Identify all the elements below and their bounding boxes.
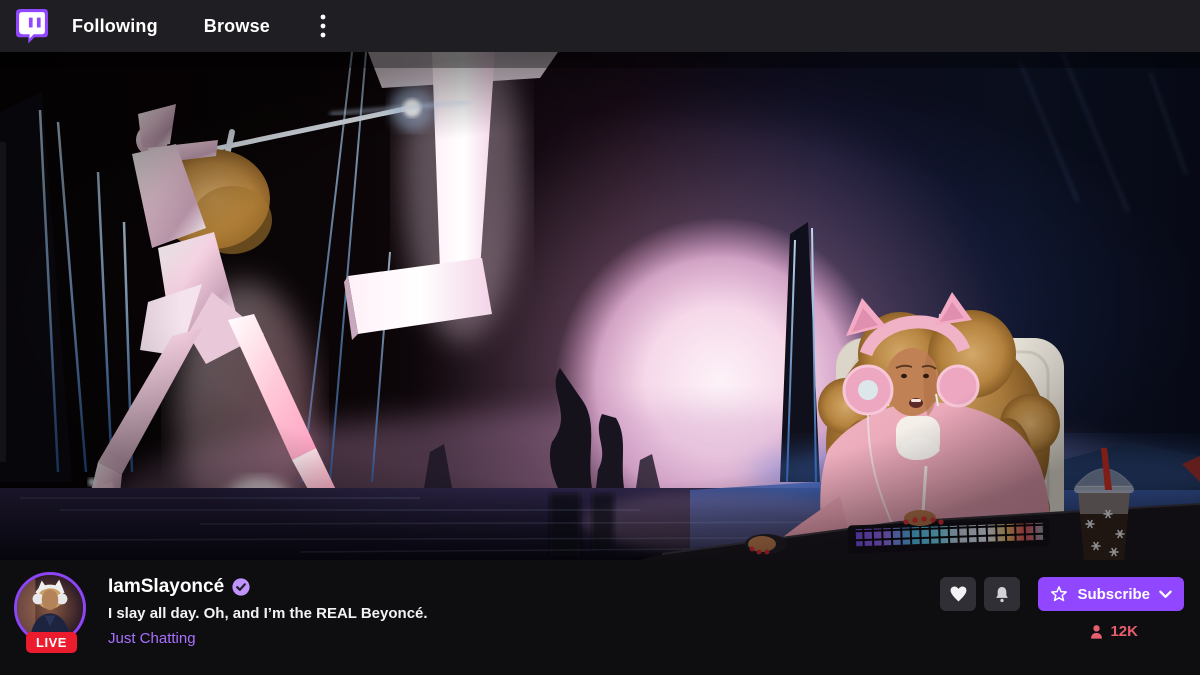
viewers-icon bbox=[1089, 624, 1104, 640]
stream-title: I slay all day. Oh, and I’m the REAL Bey… bbox=[108, 605, 428, 622]
channel-name[interactable]: IamSlayoncé bbox=[108, 576, 224, 598]
category-link[interactable]: Just Chatting bbox=[108, 630, 428, 647]
twitch-logo-icon[interactable] bbox=[16, 9, 48, 43]
heart-icon bbox=[949, 585, 968, 603]
nav-following[interactable]: Following bbox=[72, 16, 158, 37]
notifications-button[interactable] bbox=[984, 577, 1020, 611]
chevron-down-icon bbox=[1159, 590, 1172, 599]
channel-avatar-wrap: LIVE bbox=[14, 572, 92, 675]
top-navigation: Following Browse bbox=[0, 0, 1200, 52]
stream-video[interactable] bbox=[0, 52, 1200, 560]
channel-info-bar: LIVE IamSlayoncé I slay all day. Oh, and… bbox=[0, 560, 1200, 675]
favorite-button[interactable] bbox=[940, 577, 976, 611]
channel-actions: Subscribe 12K bbox=[940, 570, 1184, 675]
subscribe-label: Subscribe bbox=[1077, 586, 1150, 603]
bell-icon bbox=[993, 585, 1011, 604]
viewer-count: 12K bbox=[1089, 623, 1138, 640]
twitch-app: Following Browse bbox=[0, 0, 1200, 675]
nav-browse[interactable]: Browse bbox=[204, 16, 270, 37]
verified-icon bbox=[232, 578, 250, 596]
star-icon bbox=[1050, 585, 1068, 603]
primary-nav: Following Browse bbox=[72, 7, 330, 45]
kebab-menu-icon bbox=[320, 13, 326, 39]
scene-top-shade bbox=[0, 52, 1200, 68]
viewer-count-value: 12K bbox=[1110, 623, 1138, 640]
channel-texts: IamSlayoncé I slay all day. Oh, and I’m … bbox=[108, 570, 428, 675]
subscribe-button[interactable]: Subscribe bbox=[1038, 577, 1184, 611]
more-menu-button[interactable] bbox=[316, 7, 330, 45]
live-badge: LIVE bbox=[26, 632, 77, 653]
scene-vignette bbox=[0, 52, 1200, 560]
